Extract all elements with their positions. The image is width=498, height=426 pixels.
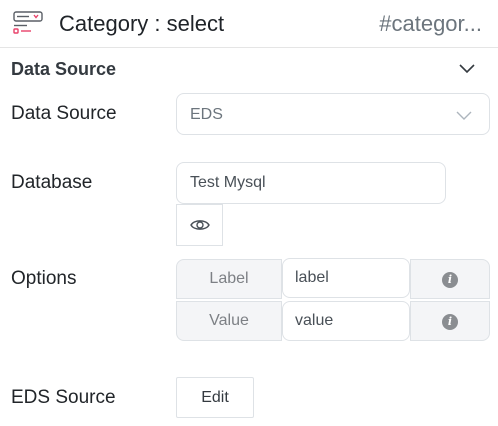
data-source-label: Data Source	[11, 103, 117, 124]
chevron-down-icon	[456, 111, 472, 120]
data-source-value: EDS	[190, 106, 223, 123]
option-key-value: Value	[176, 301, 282, 341]
info-icon: i	[442, 314, 458, 330]
chevron-down-icon[interactable]	[458, 62, 476, 74]
option-label-input[interactable]	[282, 258, 410, 298]
option-key-label: Label	[176, 259, 282, 299]
option-value-info[interactable]: i	[410, 301, 490, 341]
panel-header: Category : select #categor...	[0, 0, 498, 48]
eds-source-label: EDS Source	[11, 387, 116, 408]
database-label: Database	[11, 172, 93, 193]
data-source-select[interactable]: EDS	[176, 93, 490, 135]
toggle-visibility-button[interactable]	[176, 204, 223, 246]
info-icon: i	[442, 272, 458, 288]
edit-button[interactable]: Edit	[176, 377, 254, 418]
eye-icon	[190, 220, 210, 230]
panel-title: Category : select	[59, 11, 225, 36]
database-input[interactable]	[176, 162, 446, 204]
options-label: Options	[11, 268, 77, 289]
section-title[interactable]: Data Source	[11, 56, 116, 82]
component-select-icon	[13, 11, 43, 34]
component-id[interactable]: #categor...	[379, 9, 482, 39]
option-value-input[interactable]	[282, 301, 410, 341]
option-label-info[interactable]: i	[410, 259, 490, 299]
